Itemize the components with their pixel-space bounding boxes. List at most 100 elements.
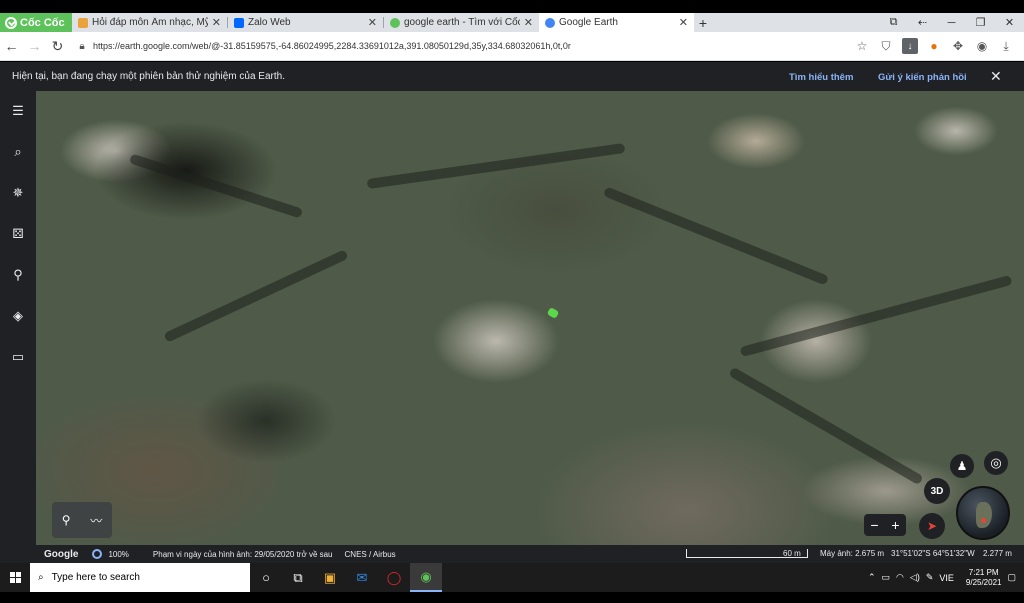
forward-icon[interactable]: →	[23, 38, 46, 54]
extensions-icon[interactable]: ✥	[950, 38, 966, 54]
imagery-date: Phạm vi ngày của hình ảnh: 29/05/2020 tr…	[152, 549, 333, 559]
projects-icon[interactable]: ⚲	[8, 265, 28, 285]
profile-icon[interactable]: ◉	[974, 38, 990, 54]
location-dot-icon	[981, 518, 986, 523]
compass-icon[interactable]: ➤	[919, 513, 945, 539]
screen-top-band	[0, 0, 1024, 13]
tab-label: google earth - Tìm với Cốc Cốc	[404, 17, 520, 28]
coccoc-search-icon	[390, 17, 400, 28]
close-icon[interactable]: ✕	[990, 68, 1002, 85]
menu-icon[interactable]: ☰	[8, 101, 28, 121]
download-icon[interactable]: ↓	[902, 38, 918, 54]
windows-logo-icon	[9, 572, 21, 583]
lock-icon[interactable]: 🔒︎	[75, 41, 89, 52]
notice-text: Hiện tại, bạn đang chạy một phiên bản th…	[12, 71, 285, 82]
chevron-up-icon[interactable]: ⌃	[868, 572, 876, 583]
elevation: 2.277 m	[983, 549, 1012, 558]
loading-ring-icon	[92, 549, 103, 559]
clock[interactable]: 7:21 PM 9/25/2021	[966, 568, 1002, 588]
wifi-icon[interactable]: ◠	[896, 572, 904, 583]
search-icon: ⌕	[38, 572, 44, 583]
terrain-ridge	[739, 274, 1013, 358]
downloads-tray-icon[interactable]: ⤓	[998, 38, 1014, 54]
clock-time: 7:21 PM	[968, 567, 999, 577]
voyager-icon[interactable]: ✵	[8, 183, 28, 203]
close-icon[interactable]: ✕	[368, 16, 377, 29]
zalo-icon	[234, 17, 244, 28]
toggle-3d-button[interactable]: 3D	[924, 478, 950, 504]
close-window-icon[interactable]: ✕	[995, 16, 1024, 29]
coccoc-brand-button[interactable]: Cốc Cốc	[0, 13, 72, 32]
feeling-lucky-icon[interactable]: ⚄	[8, 224, 28, 244]
address-bar: ← → ↻ 🔒︎ https://earth.google.com/web/@-…	[0, 32, 1024, 61]
zoom-controls: − +	[864, 514, 906, 536]
zoom-in-icon[interactable]: +	[891, 517, 899, 533]
mail-icon[interactable]: ✉	[346, 563, 378, 592]
clock-date: 9/25/2021	[965, 577, 1002, 587]
back-icon[interactable]: ←	[0, 38, 23, 54]
my-location-icon[interactable]: ◎	[984, 451, 1008, 475]
tab-google-search[interactable]: google earth - Tìm với Cốc Cốc ✕	[384, 13, 539, 32]
scale-label: 60 m	[783, 549, 801, 558]
volume-icon[interactable]: ◁)	[910, 572, 920, 583]
pegman-icon[interactable]: ♟	[950, 454, 974, 478]
star-icon[interactable]: ☆	[854, 38, 870, 54]
language-indicator[interactable]: VIE	[939, 573, 954, 583]
tab-google-earth[interactable]: Google Earth ✕	[539, 13, 694, 32]
globe-minimap[interactable]	[956, 486, 1010, 540]
search-icon[interactable]: ⌕	[8, 142, 28, 162]
cortana-icon[interactable]: ○	[250, 563, 282, 592]
coccoc-logo-icon	[5, 16, 17, 29]
minimize-icon[interactable]: ─	[937, 17, 966, 29]
camera-altitude: Máy ảnh: 2.675 m	[820, 549, 885, 558]
google-earth-icon	[545, 17, 555, 28]
reload-icon[interactable]: ↻	[46, 38, 69, 55]
location-marker-icon[interactable]	[546, 307, 560, 319]
restore-icon[interactable]: ❐	[966, 16, 995, 29]
start-button[interactable]	[0, 563, 30, 592]
map-tools-card: ⚲ 〰	[52, 502, 112, 538]
feedback-link[interactable]: Gửi ý kiến phản hồi	[878, 72, 967, 83]
new-tab-button[interactable]: +	[694, 13, 712, 32]
battery-icon[interactable]: ▭	[882, 572, 891, 583]
path-icon[interactable]: 〰	[90, 512, 102, 529]
taskbar-search-box[interactable]: ⌕ Type here to search	[30, 563, 250, 592]
earth-side-rail: ☰ ⌕ ✵ ⚄ ⚲ ◈ ▭	[0, 91, 36, 563]
close-icon[interactable]: ✕	[524, 16, 533, 29]
opera-icon[interactable]: ◯	[378, 563, 410, 592]
notifications-icon[interactable]: ▢	[1007, 572, 1016, 583]
close-icon[interactable]: ✕	[212, 16, 221, 29]
windows-taskbar: ⌕ Type here to search ○ ⧉ ▣ ✉ ◯ ◉ ⌃ ▭ ◠ …	[0, 563, 1024, 592]
continent-shape	[976, 502, 992, 528]
toolbar-icons: ☆ ⛉ ↓ ● ✥ ◉ ⤓	[854, 38, 1024, 54]
zoom-out-icon[interactable]: −	[870, 517, 878, 533]
tab-zalo[interactable]: Zalo Web ✕	[228, 13, 383, 32]
coccoc-taskbar-icon[interactable]: ◉	[410, 563, 442, 592]
back-history-icon[interactable]: ⇠	[908, 16, 937, 29]
search-placeholder: Type here to search	[51, 572, 140, 583]
url-field[interactable]: https://earth.google.com/web/@-31.851595…	[93, 41, 571, 51]
brand-label: Cốc Cốc	[20, 16, 65, 29]
tab-hoidap[interactable]: Hỏi đáp môn Âm nhạc, Mỹ thuật ✕	[72, 13, 227, 32]
store-icon[interactable]: ▣	[314, 563, 346, 592]
place-pin-icon[interactable]: ⚲	[62, 513, 71, 527]
pen-icon[interactable]: ✎	[926, 572, 934, 583]
close-icon[interactable]: ✕	[679, 16, 688, 29]
hoidap-icon	[78, 17, 88, 28]
tab-label: Google Earth	[559, 17, 618, 28]
tab-label: Hỏi đáp môn Âm nhạc, Mỹ thuật	[92, 17, 208, 28]
learn-more-link[interactable]: Tìm hiểu thêm	[789, 72, 853, 83]
task-view-icon[interactable]: ⧉	[282, 563, 314, 592]
coordinates: 31°51'02"S 64°51'32"W	[891, 549, 975, 558]
cast-icon[interactable]: ⧉	[879, 16, 908, 29]
imagery-source: CNES / Airbus	[344, 549, 396, 559]
map-status-bar: Google 100% Phạm vi ngày của hình ảnh: 2…	[36, 545, 1024, 563]
map-style-icon[interactable]: ◈	[8, 306, 28, 326]
load-percent: 100%	[108, 549, 129, 559]
coccoc-extension-icon[interactable]: ●	[926, 38, 942, 54]
shield-icon[interactable]: ⛉	[878, 38, 894, 54]
system-tray: ⌃ ▭ ◠ ◁) ✎ VIE 7:21 PM 9/25/2021 ▢	[868, 568, 1024, 588]
satellite-map[interactable]	[36, 91, 1024, 545]
measure-icon[interactable]: ▭	[8, 347, 28, 367]
tab-label: Zalo Web	[248, 17, 291, 28]
